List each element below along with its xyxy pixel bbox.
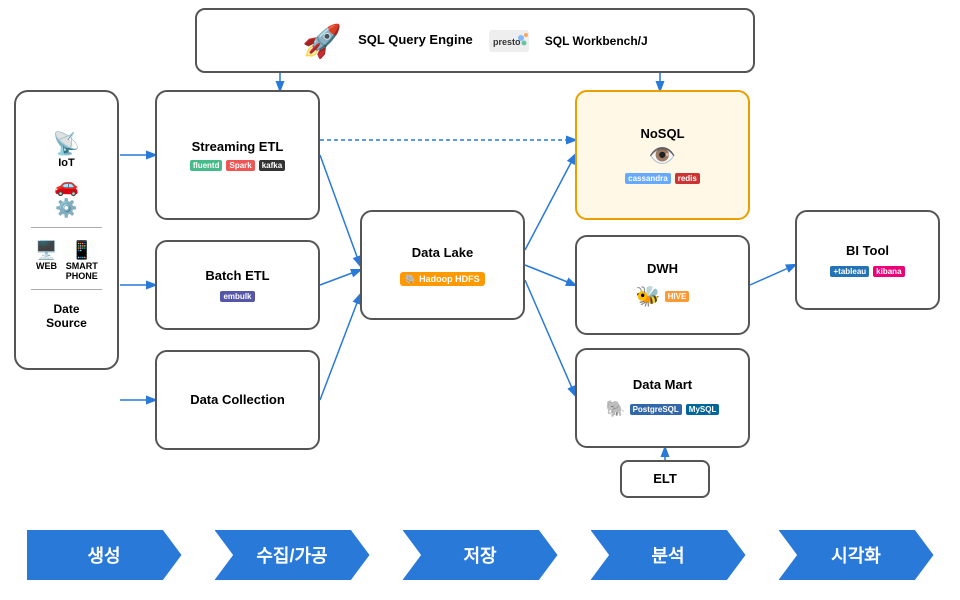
cassandra-badge: cassandra <box>625 173 671 184</box>
stage-4-arrow: 분석 <box>591 530 746 580</box>
web-label: WEB <box>35 261 57 271</box>
stage-1-label: 생성 <box>87 542 120 568</box>
kibana-badge: kibana <box>873 266 904 277</box>
stage-4-label: 분석 <box>651 542 684 568</box>
sql-workbench-label: SQL Workbench/J <box>545 34 648 48</box>
embulk-badge: embulk <box>220 291 254 302</box>
stage-5: 시각화 <box>776 529 936 581</box>
dwh-label: DWH <box>647 261 678 278</box>
batch-etl-box: Batch ETL embulk <box>155 240 320 330</box>
tableau-badge: +tableau <box>830 266 869 277</box>
stage-2-label: 수집/가공 <box>256 542 327 568</box>
kafka-badge: kafka <box>259 160 285 171</box>
web-phone-row: 🖥️ WEB 📱 SMARTPHONE <box>35 240 97 281</box>
stage-3: 저장 <box>400 529 560 581</box>
batch-etl-icons: embulk <box>220 291 254 302</box>
redis-badge: redis <box>675 173 700 184</box>
nosql-eye-icon: 👁️ <box>649 143 676 169</box>
hadoop-logo: 🐘 Hadoop HDFS <box>400 270 484 285</box>
postgres-badge: PostgreSQL <box>630 404 682 415</box>
sql-query-label: SQL Query Engine <box>358 32 473 49</box>
sql-query-engine-box: 🚀 SQL Query Engine presto SQL Workbench/… <box>195 8 755 73</box>
nosql-icons: cassandra redis <box>625 173 700 184</box>
nosql-box: NoSQL 👁️ cassandra redis <box>575 90 750 220</box>
hive-badge: HIVE <box>665 291 690 302</box>
bi-tool-icons: +tableau kibana <box>830 266 904 277</box>
hadoop-badge: 🐘 Hadoop HDFS <box>400 272 484 286</box>
svg-text:presto: presto <box>493 37 521 47</box>
dwh-box: DWH 🐝 HIVE <box>575 235 750 335</box>
data-lake-label: Data Lake <box>412 245 473 262</box>
mysql-badge: MySQL <box>686 404 720 415</box>
diagram-area: 🚀 SQL Query Engine presto SQL Workbench/… <box>0 0 960 510</box>
iot-label: IoT <box>58 157 75 169</box>
elt-box: ELT <box>620 460 710 498</box>
data-mart-label: Data Mart <box>633 377 692 394</box>
bottom-bar: 생성 수집/가공 저장 분석 시각화 <box>0 510 960 600</box>
stage-3-arrow: 저장 <box>403 530 558 580</box>
data-collection-label: Data Collection <box>190 392 285 409</box>
web-icon: 🖥️ <box>35 240 57 261</box>
data-mart-icons: 🐘 PostgreSQL MySQL <box>606 399 720 419</box>
stage-5-arrow: 시각화 <box>779 530 934 580</box>
streaming-etl-box: Streaming ETL fluentd Spark kafka <box>155 90 320 220</box>
data-lake-box: Data Lake 🐘 Hadoop HDFS <box>360 210 525 320</box>
phone-label: SMARTPHONE <box>66 261 98 281</box>
hive-icon: 🐝 <box>636 284 661 309</box>
data-collection-box: Data Collection <box>155 350 320 450</box>
data-mart-box: Data Mart 🐘 PostgreSQL MySQL <box>575 348 750 448</box>
nosql-label: NoSQL <box>640 126 684 143</box>
stage-2: 수집/가공 <box>212 529 372 581</box>
bi-tool-box: BI Tool +tableau kibana <box>795 210 940 310</box>
stage-4: 분석 <box>588 529 748 581</box>
presto-icon: presto <box>489 30 529 52</box>
car-icon: 🚗 <box>54 173 79 198</box>
phone-icon: 📱 <box>66 240 98 261</box>
bi-tool-label: BI Tool <box>846 243 889 260</box>
postgres-icon: 🐘 <box>606 399 626 419</box>
stage-1-arrow: 생성 <box>27 530 182 580</box>
date-source-label: DateSource <box>46 302 87 330</box>
stage-2-arrow: 수집/가공 <box>215 530 370 580</box>
gear-icon: ⚙️ <box>55 198 77 219</box>
spark-badge: Spark <box>226 160 254 171</box>
batch-etl-label: Batch ETL <box>205 268 269 285</box>
elt-label: ELT <box>653 471 677 488</box>
fluentd-badge: fluentd <box>190 160 223 171</box>
streaming-etl-label: Streaming ETL <box>192 139 284 156</box>
rocket-icon: 🚀 <box>302 22 342 60</box>
stage-1: 생성 <box>24 529 184 581</box>
iot-icon: 📡 <box>53 131 80 157</box>
streaming-etl-icons: fluentd Spark kafka <box>190 160 285 171</box>
stage-5-label: 시각화 <box>831 542 881 568</box>
stage-3-label: 저장 <box>463 542 496 568</box>
date-source-box: 📡 IoT 🚗 ⚙️ 🖥️ WEB 📱 SMARTPHONE DateSourc… <box>14 90 119 370</box>
dwh-icons: 🐝 HIVE <box>636 284 690 309</box>
